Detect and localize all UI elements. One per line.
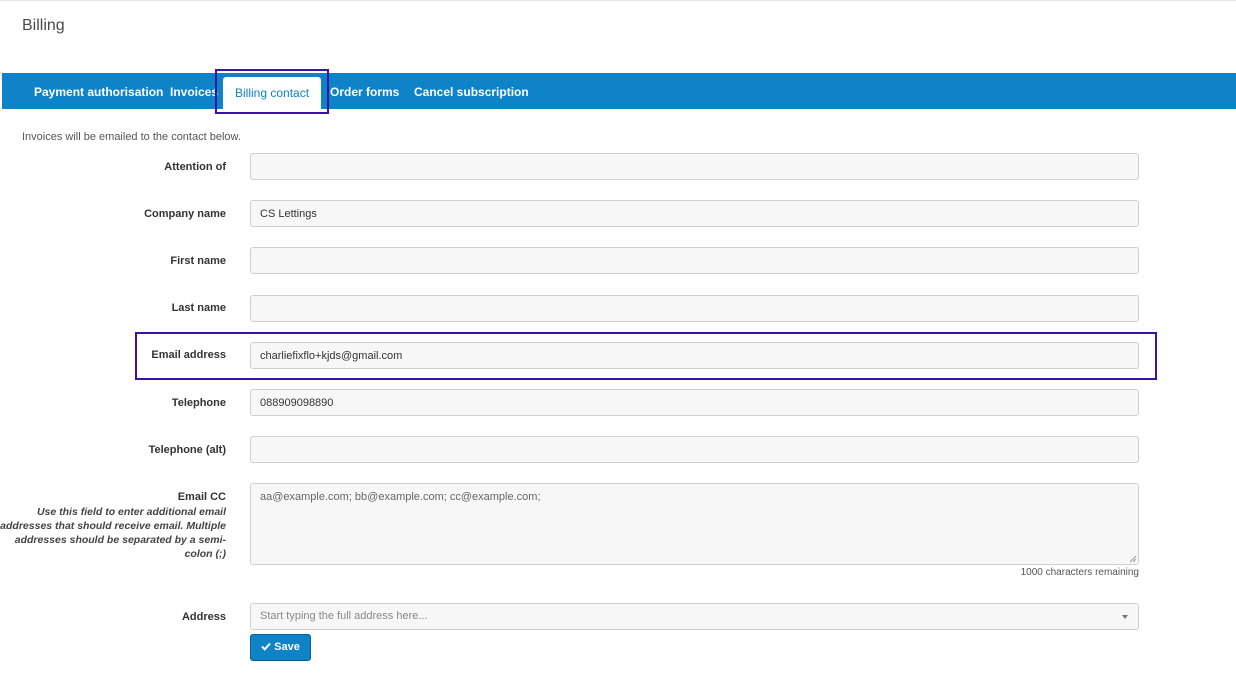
intro-text: Invoices will be emailed to the contact … bbox=[22, 131, 241, 143]
tab-cancel-subscription[interactable]: Cancel subscription bbox=[414, 73, 529, 109]
company-name-input[interactable] bbox=[250, 200, 1139, 227]
address-placeholder: Start typing the full address here... bbox=[260, 610, 428, 622]
email-cc-label: Email CC bbox=[177, 491, 226, 503]
last-name-label: Last name bbox=[171, 302, 226, 314]
chevron-down-icon[interactable] bbox=[1122, 615, 1128, 619]
telephone-alt-input[interactable] bbox=[250, 436, 1139, 463]
company-name-label: Company name bbox=[144, 208, 226, 220]
top-border bbox=[0, 0, 1236, 1]
telephone-alt-label: Telephone (alt) bbox=[148, 444, 226, 456]
last-name-input[interactable] bbox=[250, 295, 1139, 322]
email-cc-help-text: Use this field to enter additional email… bbox=[0, 506, 226, 560]
check-icon bbox=[261, 642, 271, 651]
attention-of-input[interactable] bbox=[250, 153, 1139, 180]
email-cc-textarea[interactable] bbox=[250, 483, 1139, 565]
save-button[interactable]: Save bbox=[250, 634, 311, 661]
email-address-label: Email address bbox=[151, 349, 226, 361]
tab-order-forms[interactable]: Order forms bbox=[330, 73, 399, 109]
telephone-input[interactable] bbox=[250, 389, 1139, 416]
email-address-input[interactable] bbox=[250, 342, 1139, 369]
first-name-label: First name bbox=[170, 255, 226, 267]
first-name-input[interactable] bbox=[250, 247, 1139, 274]
attention-of-label: Attention of bbox=[164, 161, 226, 173]
tab-bar: Payment authorisation Invoices Billing c… bbox=[2, 73, 1236, 109]
resize-grip-icon[interactable] bbox=[1129, 555, 1137, 563]
tab-payment-authorisation[interactable]: Payment authorisation bbox=[34, 73, 163, 109]
address-label: Address bbox=[181, 611, 226, 623]
save-button-label: Save bbox=[274, 641, 300, 653]
tab-invoices[interactable]: Invoices bbox=[170, 73, 218, 109]
tab-billing-contact[interactable]: Billing contact bbox=[223, 77, 322, 109]
address-select[interactable]: Start typing the full address here... bbox=[250, 603, 1139, 630]
page-title: Billing bbox=[22, 17, 65, 34]
telephone-label: Telephone bbox=[171, 397, 226, 409]
characters-remaining: 1000 characters remaining bbox=[1020, 567, 1139, 578]
